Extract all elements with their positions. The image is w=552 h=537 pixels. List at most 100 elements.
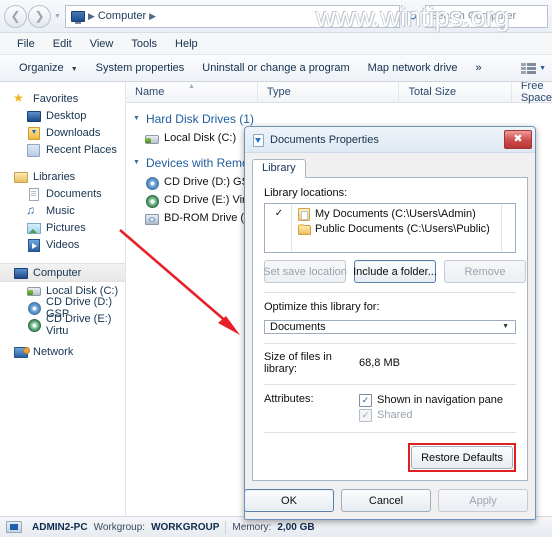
computer-icon xyxy=(13,266,28,279)
forward-arrow-icon[interactable]: ❯ xyxy=(28,4,51,28)
sidebar-label: Libraries xyxy=(33,170,76,183)
bd-rom-icon xyxy=(144,212,159,225)
organize-button[interactable]: Organize ▼ xyxy=(10,59,87,77)
screen: ❮ ❯ ▼ ▶ Computer ▶ ▼ ↻ Search Computer F… xyxy=(0,0,552,537)
cancel-button[interactable]: Cancel xyxy=(341,489,431,512)
column-header-type[interactable]: Type xyxy=(258,82,400,102)
menu-bar: File Edit View Tools Help xyxy=(0,33,552,55)
sidebar-label: Music xyxy=(46,204,75,217)
size-value: 68,8 MB xyxy=(359,357,400,369)
collapse-triangle-icon[interactable]: ▼ xyxy=(133,159,140,166)
menu-tools[interactable]: Tools xyxy=(122,36,166,52)
dialog-inner: Library Library locations: ✓ My Document… xyxy=(245,153,535,519)
dialog-title-bar[interactable]: Documents Properties ✖ xyxy=(245,127,535,153)
ok-button[interactable]: OK xyxy=(245,489,334,512)
sidebar-label: Recent Places xyxy=(46,143,117,156)
sidebar-item-cd-drive-e[interactable]: CD Drive (E:) Virtu xyxy=(0,313,125,337)
documents-properties-dialog: Documents Properties ✖ Library Library l… xyxy=(244,126,536,520)
tab-library[interactable]: Library xyxy=(252,159,306,178)
restore-defaults-button[interactable]: Restore Defaults xyxy=(411,446,513,469)
checkbox-icon[interactable]: ✓ xyxy=(359,393,372,407)
cd-drive-icon xyxy=(26,301,41,315)
organize-label: Organize xyxy=(19,62,64,74)
my-documents-folder-icon xyxy=(297,207,310,221)
sidebar-item-downloads[interactable]: Downloads xyxy=(0,124,125,141)
menu-view[interactable]: View xyxy=(81,36,123,52)
column-header-free-space[interactable]: Free Space xyxy=(512,82,552,104)
optimize-library-select[interactable]: Documents ▼ xyxy=(264,319,516,334)
overflow-button[interactable]: » xyxy=(467,59,491,77)
sidebar-item-desktop[interactable]: Desktop xyxy=(0,107,125,124)
checkbox-icon-disabled: ✓ xyxy=(359,408,372,422)
column-header-name[interactable]: Name ▲ xyxy=(126,82,258,102)
menu-file[interactable]: File xyxy=(8,36,44,52)
attributes-checkboxes: ✓ Shown in navigation pane ✓ Shared xyxy=(359,393,503,423)
back-arrow-icon[interactable]: ❮ xyxy=(4,4,27,28)
listbox-scrollbar[interactable] xyxy=(501,204,515,252)
chevron-down-icon[interactable]: ▼ xyxy=(539,65,546,72)
sidebar-item-network[interactable]: Network xyxy=(0,343,125,360)
sidebar-item-pictures[interactable]: Pictures xyxy=(0,219,125,236)
uninstall-or-change-program-button[interactable]: Uninstall or change a program xyxy=(193,59,358,77)
search-input[interactable]: Search Computer xyxy=(425,4,548,28)
address-bar[interactable]: ▶ Computer ▶ ▼ xyxy=(64,4,400,28)
chevron-down-icon: ▼ xyxy=(502,323,509,330)
hard-disk-icon xyxy=(26,284,41,297)
include-a-folder-button[interactable]: Include a folder... xyxy=(353,260,437,283)
collapse-triangle-icon[interactable]: ▼ xyxy=(133,115,140,122)
dialog-footer: OK Cancel Apply xyxy=(245,481,528,512)
breadcrumb-separator-2[interactable]: ▶ xyxy=(148,11,157,22)
library-locations-label: Library locations: xyxy=(264,187,348,199)
attributes-label: Attributes: xyxy=(264,392,314,405)
listbox-items: ✓ My Documents (C:\Users\Admin) Public D… xyxy=(275,204,501,252)
videos-icon xyxy=(26,238,41,252)
system-properties-button[interactable]: System properties xyxy=(87,59,194,77)
sidebar-label: CD Drive (E:) Virtu xyxy=(46,312,112,337)
dialog-tab-strip: Library xyxy=(252,157,528,178)
attribute-shared: ✓ Shared xyxy=(359,408,503,423)
group-label: Hard Disk Drives (1) xyxy=(145,111,254,126)
sidebar-item-computer[interactable]: Computer xyxy=(0,263,125,282)
chevron-down-icon[interactable]: ▼ xyxy=(387,13,397,20)
apply-button[interactable]: Apply xyxy=(438,489,528,512)
sidebar-label: Downloads xyxy=(46,126,101,139)
divider-4 xyxy=(264,431,516,432)
remove-button[interactable]: Remove xyxy=(444,260,526,283)
dialog-title: Documents Properties xyxy=(270,133,379,146)
refresh-icon[interactable]: ↻ xyxy=(402,5,423,28)
menu-edit[interactable]: Edit xyxy=(44,36,81,52)
attribute-shown-in-navigation-pane[interactable]: ✓ Shown in navigation pane xyxy=(359,393,503,408)
status-memory-label: Memory: xyxy=(232,521,272,533)
library-properties-icon xyxy=(251,133,265,147)
sidebar-item-videos[interactable]: Videos xyxy=(0,236,125,253)
size-of-files-row: Size of files in library: 68,8 MB xyxy=(264,351,516,375)
close-icon[interactable]: ✖ xyxy=(504,130,532,149)
restore-defaults-highlight: Restore Defaults xyxy=(408,443,516,472)
history-dropdown-icon[interactable]: ▼ xyxy=(54,13,61,20)
sidebar-item-music[interactable]: ♫ Music xyxy=(0,202,125,219)
sidebar-item-documents[interactable]: Documents xyxy=(0,185,125,202)
library-locations-listbox[interactable]: ✓ My Documents (C:\Users\Admin) Public D… xyxy=(264,203,516,253)
column-label: Name xyxy=(135,86,165,98)
location-row-public-documents[interactable]: Public Documents (C:\Users\Public) xyxy=(292,221,501,236)
status-memory-value: 2,00 GB xyxy=(277,521,315,533)
music-icon: ♫ xyxy=(26,203,35,217)
sidebar-label: Pictures xyxy=(46,221,86,234)
status-workgroup-value: WORKGROUP xyxy=(151,521,220,533)
breadcrumb-computer[interactable]: Computer xyxy=(96,10,148,22)
sort-ascending-icon: ▲ xyxy=(188,83,195,90)
menu-help[interactable]: Help xyxy=(166,36,207,52)
sidebar-label: Desktop xyxy=(46,109,87,122)
column-header-total-size[interactable]: Total Size xyxy=(399,82,512,102)
sidebar-item-libraries[interactable]: Libraries xyxy=(0,168,125,185)
set-save-location-button[interactable]: Set save location xyxy=(263,260,347,283)
hard-disk-icon xyxy=(144,132,159,145)
sidebar-item-recent-places[interactable]: Recent Places xyxy=(0,141,125,158)
view-layout-icon[interactable]: ▼ xyxy=(521,62,552,74)
attribute-label: Shown in navigation pane xyxy=(377,394,503,406)
sidebar-item-favorites[interactable]: ★ Favorites xyxy=(0,90,125,107)
sidebar-label: Videos xyxy=(46,238,80,251)
map-network-drive-button[interactable]: Map network drive xyxy=(359,59,467,77)
star-icon: ★ xyxy=(13,91,24,105)
location-row-my-documents[interactable]: ✓ My Documents (C:\Users\Admin) xyxy=(275,206,501,221)
